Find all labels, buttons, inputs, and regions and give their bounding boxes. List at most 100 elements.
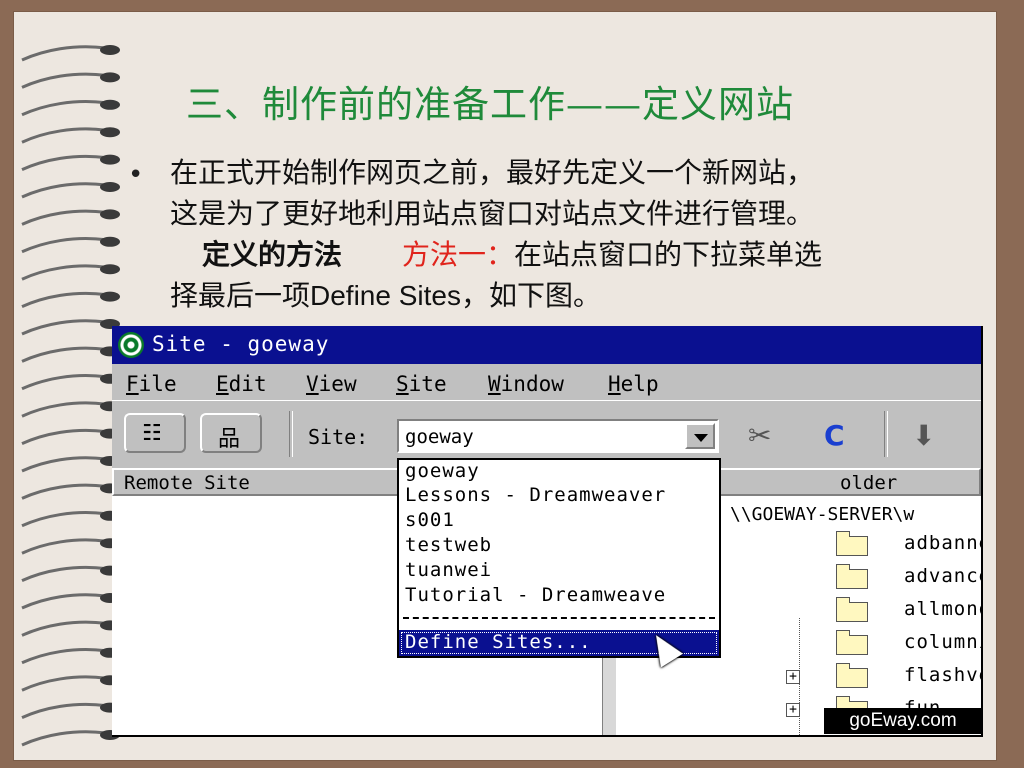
- site-map-icon: 品: [218, 427, 241, 452]
- spiral-ring: [21, 72, 120, 89]
- watermark: goEway.com: [824, 708, 982, 734]
- body-line-2: 这是为了更好地利用站点窗口对站点文件进行管理。: [170, 197, 815, 230]
- folder-row[interactable]: columnist: [786, 629, 981, 659]
- dropdown-option[interactable]: testweb: [405, 534, 492, 556]
- menu-view-rest: iew: [318, 372, 357, 396]
- site-select-value: goeway: [405, 426, 474, 448]
- spiral-ring: [21, 510, 120, 528]
- local-folder-header-label: older: [840, 472, 898, 494]
- spiral-ring: [21, 538, 120, 555]
- menu-view[interactable]: View: [306, 372, 357, 396]
- method-one-label: 方法一：: [402, 238, 515, 271]
- dropdown-option[interactable]: tuanwei: [405, 559, 492, 581]
- menu-site-key: S: [396, 372, 409, 396]
- menu-help-key: H: [608, 372, 621, 396]
- define-sites-ref: Define Sites: [310, 280, 461, 311]
- menu-help[interactable]: Help: [608, 372, 659, 396]
- dropdown-separator: [403, 617, 715, 619]
- spiral-ring: [21, 346, 120, 363]
- site-label: Site:: [308, 425, 369, 449]
- slide-title: 三、制作前的准备工作——定义网站: [186, 83, 794, 126]
- spiral-ring: [21, 647, 120, 665]
- spiral-ring: [21, 675, 120, 692]
- menu-window-key: W: [488, 372, 501, 396]
- folder-icon: [836, 597, 868, 622]
- menu-edit[interactable]: Edit: [216, 372, 267, 396]
- toolbar: ☷ 品 Site: goeway ✂ C ⬇: [112, 400, 981, 467]
- folder-name: allmono: [904, 598, 983, 620]
- spiral-ring: [21, 127, 120, 144]
- menu-site-rest: ite: [408, 372, 447, 396]
- local-root-path[interactable]: \\GOEWAY-SERVER\w: [730, 504, 914, 525]
- window-title: Site - goeway: [152, 332, 330, 356]
- get-file-icon[interactable]: ⬇: [912, 419, 935, 452]
- body-line-3: 定义的方法 方法一：在站点窗口的下拉菜单选: [170, 234, 970, 275]
- folder-name: columnist: [904, 631, 981, 653]
- dropdown-arrow-icon[interactable]: [685, 423, 715, 449]
- connect-icon[interactable]: ✂: [748, 419, 771, 452]
- slide-body: 在正式开始制作网页之前，最好先定义一个新网站， 这是为了更好地利用站点窗口对站点…: [170, 152, 970, 316]
- body-line-4: 择最后一项Define Sites，如下图。: [170, 275, 970, 316]
- spiral-ring: [21, 99, 120, 117]
- folder-icon: [836, 564, 868, 589]
- spiral-ring: [21, 236, 120, 254]
- spiral-ring: [21, 620, 120, 637]
- body-line-1: 在正式开始制作网页之前，最好先定义一个新网站，: [170, 156, 815, 189]
- body-line-4-a: 择最后一项: [170, 279, 311, 312]
- dropdown-option[interactable]: s001: [405, 509, 455, 531]
- method-label: 定义的方法: [202, 238, 343, 271]
- bullet-icon: •: [128, 160, 144, 190]
- menu-edit-key: E: [216, 372, 229, 396]
- folder-name: advanced: [904, 565, 981, 587]
- spiral-ring: [21, 565, 120, 582]
- folder-row[interactable]: adbanner: [786, 530, 981, 560]
- folder-name: adbanner: [904, 532, 981, 554]
- dropdown-option[interactable]: goeway: [405, 460, 480, 482]
- window-titlebar[interactable]: Site - goeway: [112, 326, 981, 364]
- menu-window-rest: indow: [500, 372, 564, 396]
- expand-icon[interactable]: +: [786, 670, 800, 684]
- spiral-ring: [21, 730, 120, 747]
- spiral-ring: [21, 456, 120, 473]
- menu-bar: File Edit View Site Window Help: [112, 364, 981, 400]
- spiral-ring: [21, 483, 120, 500]
- menu-view-key: V: [306, 372, 319, 396]
- refresh-icon[interactable]: C: [824, 419, 845, 452]
- menu-site[interactable]: Site: [396, 372, 447, 396]
- spiral-ring: [21, 154, 120, 171]
- dropdown-option[interactable]: Lessons - Dreamweaver: [405, 484, 666, 506]
- menu-file[interactable]: File: [126, 372, 177, 396]
- menu-help-rest: elp: [620, 372, 659, 396]
- method-one-text: 在站点窗口的下拉菜单选: [514, 238, 823, 271]
- site-files-view-button[interactable]: ☷: [124, 413, 186, 453]
- folder-icon: [836, 630, 868, 655]
- app-icon: [118, 332, 144, 358]
- dropdown-option[interactable]: Tutorial - Dreamweave: [405, 584, 666, 606]
- folder-icon: [836, 663, 868, 688]
- spiral-ring: [21, 45, 120, 62]
- site-map-view-button[interactable]: 品: [200, 413, 262, 453]
- menu-file-rest: ile: [138, 372, 177, 396]
- menu-edit-rest: dit: [228, 372, 267, 396]
- spiral-ring: [21, 319, 120, 336]
- spiral-ring: [21, 182, 120, 199]
- remote-site-header-label: Remote Site: [124, 472, 250, 494]
- spiral-ring: [21, 209, 120, 226]
- spiral-ring: [21, 291, 120, 308]
- spiral-ring: [21, 702, 120, 719]
- spiral-ring: [21, 264, 120, 281]
- expand-icon[interactable]: +: [786, 703, 800, 717]
- folder-row[interactable]: allmono: [786, 596, 983, 626]
- folder-row[interactable]: + flashversion: [786, 662, 981, 692]
- folder-row[interactable]: advanced: [786, 563, 981, 593]
- menu-file-key: F: [126, 372, 139, 396]
- site-dropdown-list: goeway Lessons - Dreamweaver s001 testwe…: [397, 458, 721, 658]
- spiral-ring: [21, 428, 120, 445]
- list-view-icon: ☷: [142, 421, 162, 446]
- menu-window[interactable]: Window: [488, 372, 564, 396]
- toolbar-separator: [884, 411, 888, 457]
- spiral-ring: [21, 593, 120, 610]
- site-select[interactable]: goeway: [397, 419, 719, 453]
- folder-name: flashversion: [904, 664, 981, 686]
- spiral-ring: [21, 401, 120, 418]
